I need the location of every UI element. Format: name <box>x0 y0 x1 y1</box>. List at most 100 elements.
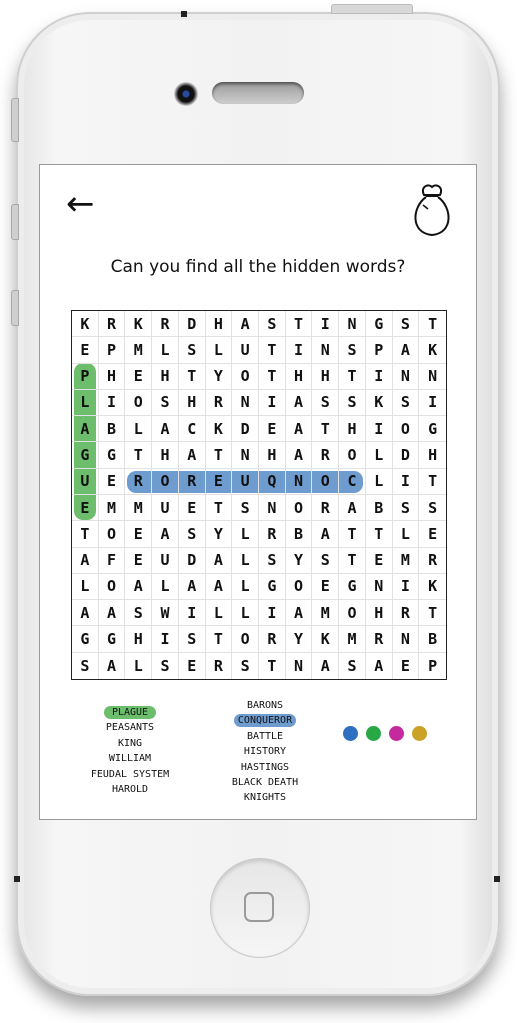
grid-cell[interactable]: S <box>392 311 420 338</box>
grid-cell[interactable]: N <box>286 652 313 679</box>
grid-cell[interactable]: R <box>125 468 153 495</box>
grid-cell[interactable]: S <box>419 495 446 522</box>
grid-cell[interactable]: H <box>152 442 179 469</box>
grid-cell[interactable]: O <box>285 573 313 601</box>
grid-cell[interactable]: T <box>339 521 366 548</box>
grid-cell[interactable]: R <box>178 468 206 495</box>
grid-cell[interactable]: A <box>178 573 206 601</box>
color-dot[interactable] <box>412 726 427 741</box>
grid-cell[interactable]: L <box>232 573 259 601</box>
grid-cell[interactable]: S <box>232 495 259 522</box>
grid-cell[interactable]: B <box>365 495 393 522</box>
grid-cell[interactable]: S <box>152 389 179 417</box>
grid-cell[interactable]: A <box>205 573 233 601</box>
grid-cell[interactable]: Y <box>285 626 313 653</box>
grid-cell[interactable]: S <box>178 337 206 364</box>
grid-cell[interactable]: U <box>232 337 259 364</box>
grid-cell[interactable]: H <box>312 363 340 390</box>
grid-cell[interactable]: M <box>312 600 340 627</box>
grid-cell[interactable]: A <box>178 442 206 469</box>
grid-cell[interactable]: A <box>339 495 366 522</box>
grid-cell[interactable]: E <box>125 363 153 390</box>
grid-cell[interactable]: P <box>98 337 126 364</box>
grid-cell[interactable]: G <box>98 442 126 469</box>
grid-cell[interactable]: H <box>258 442 286 469</box>
grid-cell[interactable]: T <box>125 442 153 469</box>
color-dot[interactable] <box>389 726 404 741</box>
grid-cell[interactable]: S <box>392 495 420 522</box>
grid-cell[interactable]: T <box>258 337 286 364</box>
color-dot[interactable] <box>366 726 381 741</box>
grid-cell[interactable]: I <box>365 416 393 443</box>
grid-cell[interactable]: R <box>312 495 340 522</box>
grid-cell[interactable]: C <box>178 416 206 443</box>
grid-cell[interactable]: I <box>312 311 340 338</box>
grid-cell[interactable]: R <box>206 652 233 679</box>
grid-cell[interactable]: M <box>125 495 153 522</box>
grid-cell[interactable]: K <box>312 626 340 653</box>
grid-cell[interactable]: R <box>365 626 393 653</box>
grid-cell[interactable]: A <box>285 442 313 469</box>
grid-cell[interactable]: F <box>98 547 126 574</box>
grid-cell[interactable]: R <box>152 311 179 338</box>
grid-cell[interactable]: K <box>365 389 393 417</box>
grid-cell[interactable]: A <box>312 652 340 679</box>
grid-cell[interactable]: M <box>98 495 126 522</box>
grid-cell[interactable]: N <box>258 495 286 522</box>
grid-cell[interactable]: T <box>72 521 99 548</box>
grid-cell[interactable]: A <box>285 416 313 443</box>
grid-cell[interactable]: G <box>72 626 99 653</box>
grid-cell[interactable]: A <box>392 337 420 364</box>
grid-cell[interactable]: E <box>179 652 206 679</box>
grid-cell[interactable]: O <box>312 468 340 495</box>
grid-cell[interactable]: A <box>72 547 99 574</box>
grid-cell[interactable]: S <box>232 652 259 679</box>
grid-cell[interactable]: A <box>99 652 126 679</box>
grid-cell[interactable]: U <box>152 495 179 522</box>
grid-cell[interactable]: L <box>72 573 99 601</box>
grid-cell[interactable]: L <box>152 573 179 601</box>
grid-cell[interactable]: L <box>232 600 259 627</box>
grid-cell[interactable]: A <box>125 573 153 601</box>
grid-cell[interactable]: A <box>152 521 179 548</box>
grid-cell[interactable]: G <box>339 573 366 601</box>
home-button[interactable] <box>210 858 310 958</box>
grid-cell[interactable]: E <box>72 337 99 364</box>
grid-cell[interactable]: R <box>258 626 286 653</box>
grid-cell[interactable]: P <box>365 337 393 364</box>
grid-cell[interactable]: T <box>205 442 233 469</box>
grid-cell[interactable]: L <box>125 652 153 679</box>
grid-cell[interactable]: H <box>152 363 179 390</box>
grid-cell[interactable]: H <box>178 389 206 417</box>
grid-cell[interactable]: I <box>152 626 179 653</box>
grid-cell[interactable]: I <box>419 390 446 417</box>
grid-cell[interactable]: M <box>392 547 420 574</box>
grid-cell[interactable]: E <box>258 416 286 443</box>
grid-cell[interactable]: H <box>125 626 153 653</box>
grid-cell[interactable]: N <box>365 573 393 601</box>
grid-cell[interactable]: E <box>419 521 446 548</box>
grid-cell[interactable]: G <box>419 416 446 443</box>
grid-cell[interactable]: G <box>365 311 393 338</box>
grid-cell[interactable]: L <box>232 547 259 574</box>
grid-cell[interactable]: S <box>339 337 366 364</box>
grid-cell[interactable]: E <box>98 468 126 495</box>
grid-cell[interactable]: R <box>205 389 233 417</box>
grid-cell[interactable]: O <box>98 521 126 548</box>
grid-cell[interactable]: W <box>152 600 179 627</box>
grid-cell[interactable]: R <box>312 442 340 469</box>
grid-cell[interactable]: T <box>419 600 446 627</box>
grid-cell[interactable]: O <box>339 600 366 627</box>
grid-cell[interactable]: H <box>339 416 366 443</box>
grid-cell[interactable]: G <box>98 626 126 653</box>
grid-cell[interactable]: I <box>258 600 286 627</box>
grid-cell[interactable]: L <box>152 337 179 364</box>
grid-cell[interactable]: T <box>419 311 446 338</box>
grid-cell[interactable]: L <box>392 521 420 548</box>
grid-cell[interactable]: D <box>232 416 259 443</box>
grid-cell[interactable]: C <box>339 468 366 495</box>
grid-cell[interactable]: U <box>152 547 179 574</box>
grid-cell[interactable]: H <box>205 311 233 338</box>
grid-cell[interactable]: E <box>125 547 153 574</box>
grid-cell[interactable]: D <box>392 442 420 469</box>
